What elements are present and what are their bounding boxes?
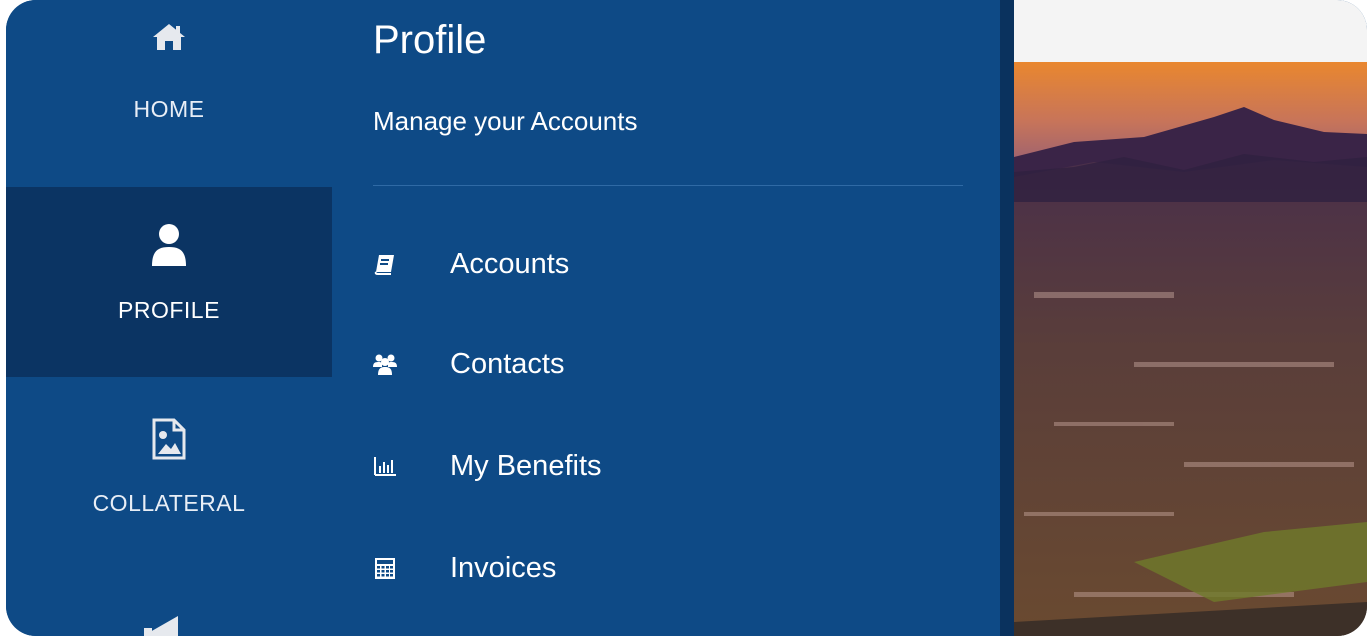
menu-item-accounts[interactable]: Accounts: [373, 240, 963, 288]
rail-item-profile[interactable]: PROFILE: [6, 187, 332, 377]
menu-item-label: Accounts: [450, 247, 570, 280]
profile-submenu: Profile Manage your Accounts Accounts Co…: [332, 0, 1000, 636]
rail-item-label: COLLATERAL: [92, 490, 246, 516]
image-file-icon: [152, 418, 186, 460]
menu-item-label: My Benefits: [450, 449, 602, 482]
mountain-sunset-photo: [1014, 62, 1367, 636]
app-frame: HOME PROFILE COLLATERAL Profile Manage y…: [6, 0, 1367, 636]
calculator-icon: [375, 558, 395, 579]
bar-chart-icon: [374, 457, 396, 476]
rail-item-megaphone[interactable]: [6, 612, 332, 636]
menu-item-invoices[interactable]: Invoices: [373, 544, 963, 592]
home-icon: [153, 24, 185, 50]
menu-item-label: Invoices: [450, 551, 557, 584]
menu-item-label: Contacts: [450, 347, 565, 380]
rail-item-label: PROFILE: [118, 297, 220, 323]
page-subtitle: Manage your Accounts: [373, 106, 638, 136]
menu-item-my-benefits[interactable]: My Benefits: [373, 442, 963, 490]
page-title: Profile: [373, 18, 487, 62]
megaphone-icon: [144, 616, 178, 636]
hero-image: [1014, 0, 1367, 636]
rail-item-collateral[interactable]: COLLATERAL: [6, 418, 332, 538]
rail-item-label: HOME: [133, 96, 205, 122]
user-icon: [152, 224, 186, 266]
icon-rail: HOME PROFILE COLLATERAL: [6, 0, 332, 636]
rail-item-home[interactable]: HOME: [6, 22, 332, 172]
panel-edge: [1000, 0, 1014, 636]
users-icon: [373, 354, 397, 375]
menu-item-contacts[interactable]: Contacts: [373, 340, 963, 388]
divider: [373, 185, 963, 186]
book-icon: [374, 255, 394, 275]
